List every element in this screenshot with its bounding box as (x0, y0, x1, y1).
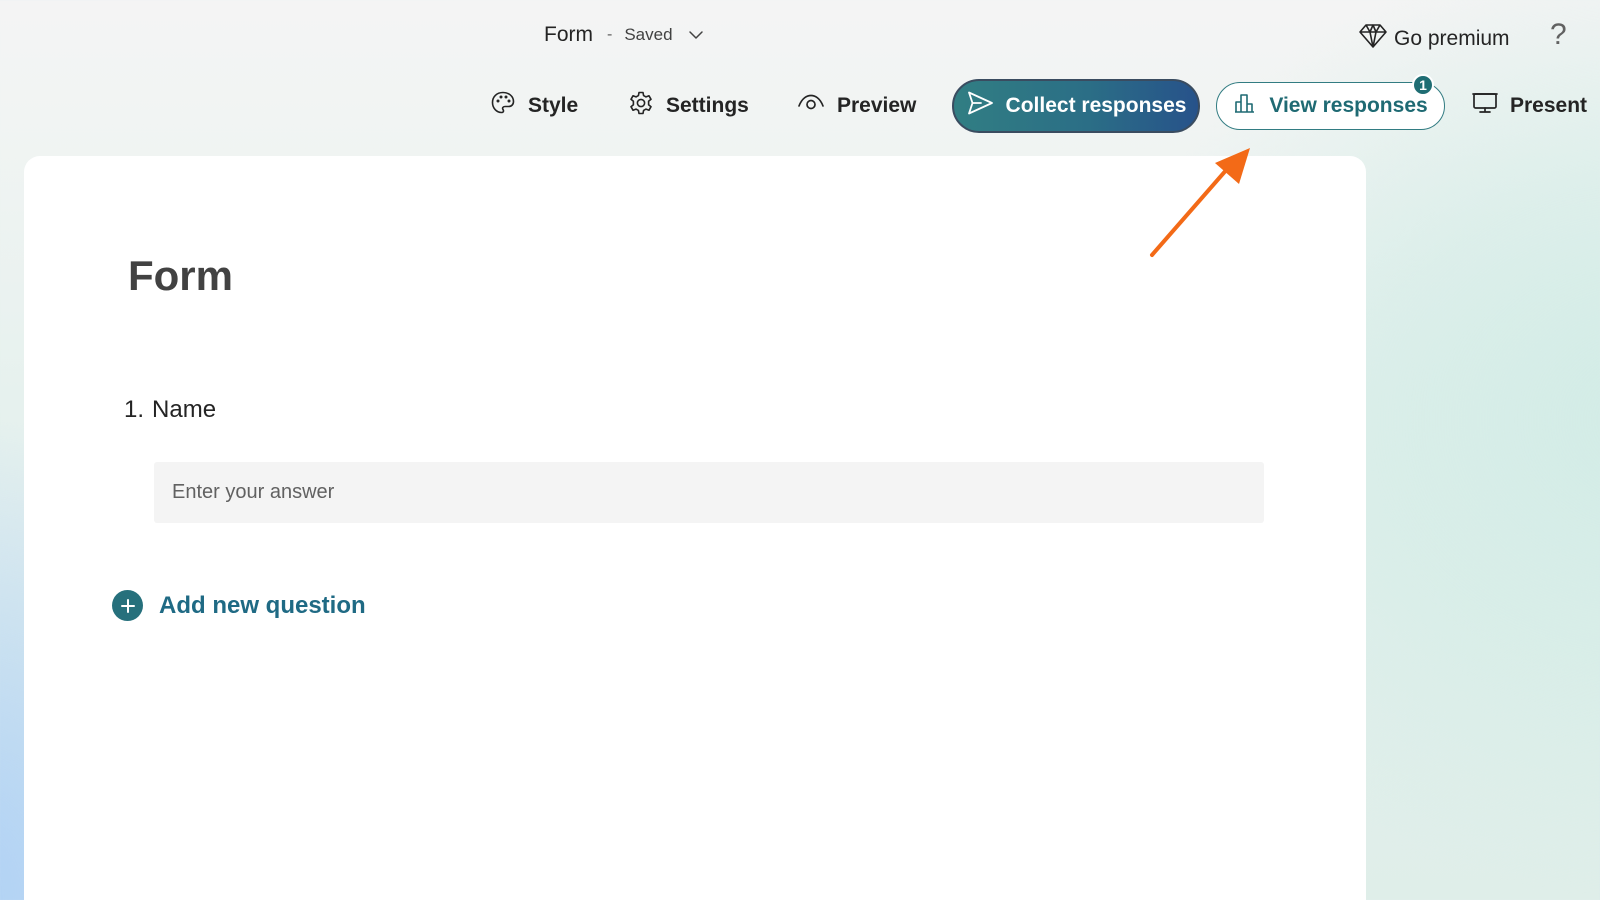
eye-icon (797, 92, 825, 120)
settings-button[interactable]: Settings (628, 78, 749, 134)
title-separator: - (607, 26, 613, 43)
go-premium-button[interactable]: Go premium (1358, 22, 1510, 56)
collect-responses-label: Collect responses (1005, 94, 1187, 117)
present-label: Present (1510, 94, 1588, 117)
save-status: Saved (624, 25, 673, 44)
plus-circle-icon (112, 590, 143, 621)
question-number: 1. (124, 396, 145, 423)
help-icon[interactable]: ? (1550, 18, 1567, 52)
palette-icon (490, 90, 516, 122)
add-new-question-button[interactable]: Add new question (112, 590, 366, 621)
preview-label: Preview (837, 94, 917, 117)
question-label: Name (152, 396, 217, 423)
form-title[interactable]: Form (128, 252, 233, 300)
document-title[interactable]: Form (544, 23, 593, 47)
monitor-icon (1472, 91, 1498, 121)
preview-button[interactable]: Preview (797, 78, 916, 134)
document-title-group[interactable]: Form - Saved (544, 23, 705, 47)
collect-responses-button[interactable]: Collect responses (952, 79, 1200, 133)
form-card: Form 1. Name Add new question (24, 156, 1366, 900)
chevron-down-icon[interactable] (687, 26, 705, 44)
go-premium-label: Go premium (1394, 27, 1510, 50)
style-button[interactable]: Style (490, 78, 578, 134)
style-label: Style (528, 94, 579, 117)
view-responses-label: View responses (1269, 94, 1428, 117)
view-responses-button[interactable]: View responses (1216, 82, 1445, 130)
top-bar: Form - Saved Go premium ? (0, 0, 1600, 72)
bar-chart-icon (1233, 91, 1257, 121)
toolbar: Style Settings Preview Collect responses… (0, 78, 1600, 134)
response-count-badge: 1 (1412, 74, 1434, 96)
settings-label: Settings (666, 94, 749, 117)
question-1[interactable]: 1. Name (124, 396, 216, 424)
answer-input[interactable] (154, 462, 1264, 523)
add-new-question-label: Add new question (159, 591, 366, 619)
present-button[interactable]: Present (1472, 78, 1587, 134)
annotation-arrow-icon (1150, 148, 1250, 257)
send-icon (966, 90, 994, 122)
diamond-icon (1358, 22, 1388, 56)
gear-icon (628, 90, 654, 122)
